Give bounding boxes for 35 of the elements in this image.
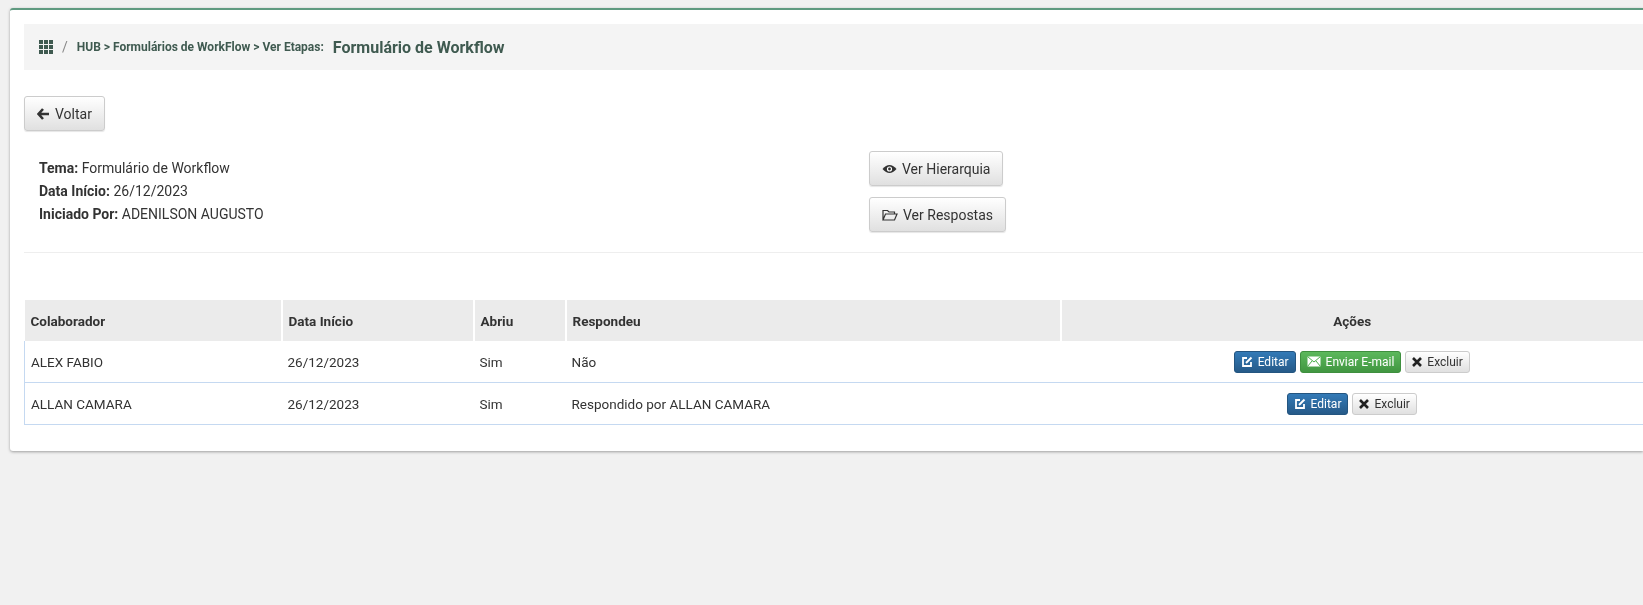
table-cell: Sim: [473, 382, 566, 425]
apps-grid-icon[interactable]: [39, 40, 53, 54]
breadcrumb-path[interactable]: HUB > Formulários de WorkFlow > Ver Etapas:: [76, 40, 324, 54]
edit-button[interactable]: Editar: [1233, 350, 1296, 373]
column-header: Respondeu: [565, 300, 1061, 341]
delete-button[interactable]: Excluir: [1352, 392, 1417, 415]
edit-button[interactable]: Editar: [1286, 392, 1349, 415]
column-header: Ações: [1060, 300, 1643, 341]
column-header: Abriu: [473, 300, 566, 341]
back-button[interactable]: Voltar: [24, 96, 105, 131]
table-cell: 26/12/2023: [281, 341, 474, 383]
edit-icon: [1240, 355, 1253, 368]
edit-icon: [1293, 397, 1306, 410]
table-cell: Não: [565, 341, 1061, 383]
delete-button[interactable]: Excluir: [1405, 350, 1470, 373]
column-header: Colaborador: [24, 300, 282, 341]
view-hierarchy-button[interactable]: Ver Hierarquia: [869, 151, 1004, 186]
breadcrumb-separator: /: [62, 39, 68, 55]
close-icon: [1359, 398, 1370, 409]
folder-icon: [882, 208, 898, 221]
table-cell: 26/12/2023: [281, 382, 474, 425]
close-icon: [1412, 356, 1423, 367]
table-cell: Respondido por ALLAN CAMARA: [565, 382, 1061, 425]
page-title: Formulário de Workflow: [332, 37, 505, 57]
arrow-left-icon: [37, 107, 50, 120]
envelope-icon: [1306, 356, 1321, 367]
column-header: Data Início: [281, 300, 474, 341]
view-answers-button[interactable]: Ver Respostas: [869, 197, 1007, 232]
detail-text: Tema: Formulário de Workflow: [39, 160, 231, 176]
eye-icon: [882, 163, 897, 174]
detail-text: Iniciado Por: ADENILSON AUGUSTO: [39, 206, 265, 222]
table-cell: Sim: [473, 341, 566, 383]
detail-text: Data Início: 26/12/2023: [39, 183, 189, 199]
table-cell: ALEX FABIO: [24, 341, 282, 383]
table-cell: ALLAN CAMARA: [24, 382, 282, 425]
